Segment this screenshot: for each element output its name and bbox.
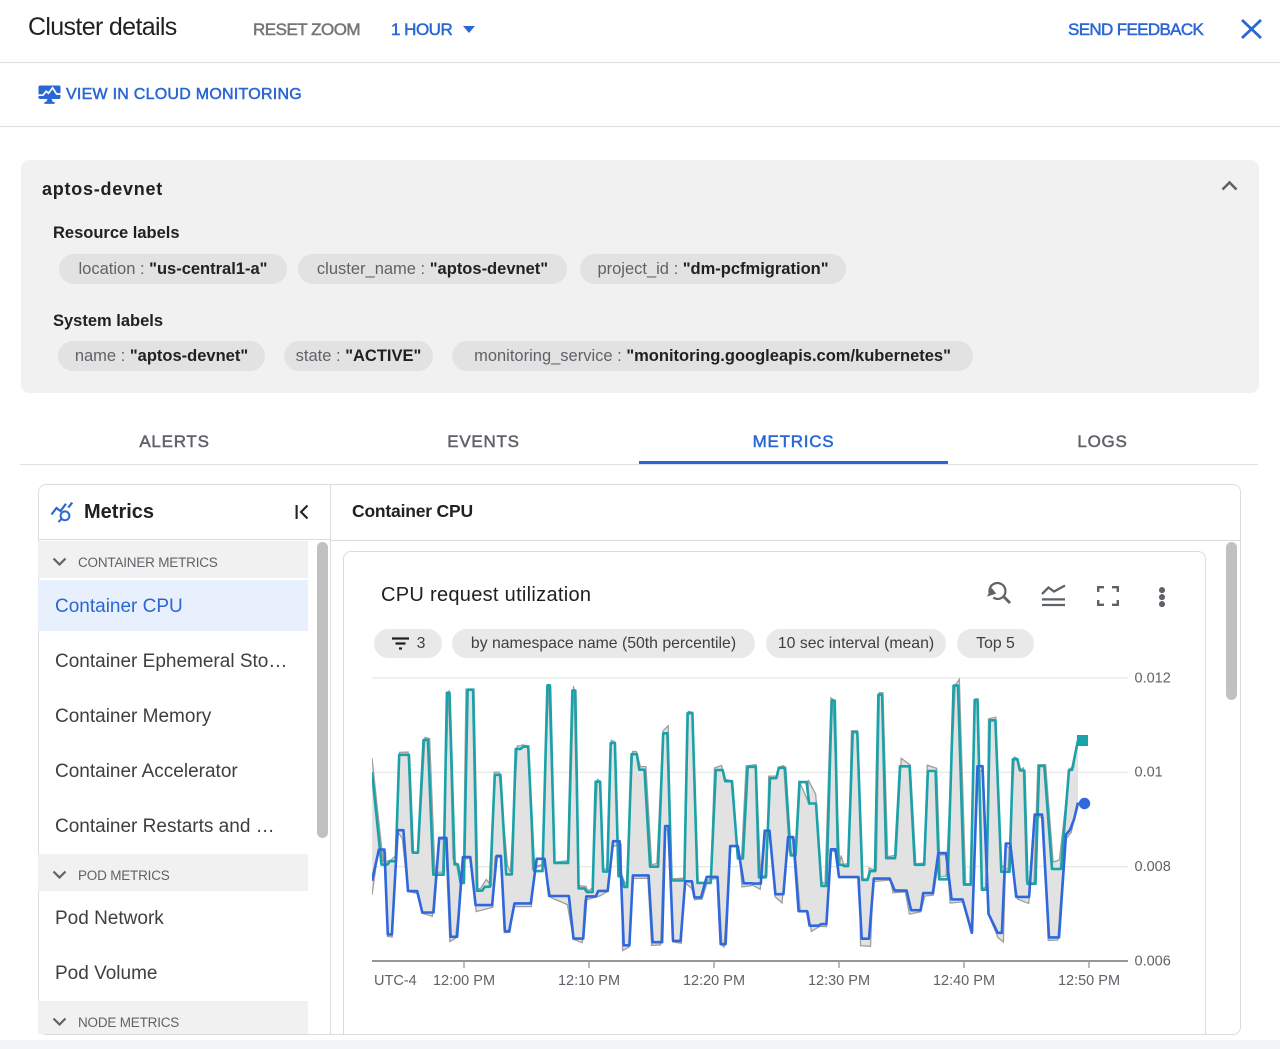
- svg-text:0.01: 0.01: [1135, 765, 1163, 781]
- svg-text:12:30 PM: 12:30 PM: [808, 973, 870, 989]
- svg-text:0.008: 0.008: [1135, 859, 1171, 875]
- svg-text:12:00 PM: 12:00 PM: [433, 973, 495, 989]
- svg-text:12:10 PM: 12:10 PM: [558, 973, 620, 989]
- svg-text:UTC-4: UTC-4: [374, 973, 417, 989]
- svg-text:12:50 PM: 12:50 PM: [1058, 973, 1120, 989]
- svg-text:12:20 PM: 12:20 PM: [683, 973, 745, 989]
- svg-text:0.012: 0.012: [1135, 670, 1171, 686]
- svg-text:12:40 PM: 12:40 PM: [933, 973, 995, 989]
- svg-text:0.006: 0.006: [1135, 953, 1171, 969]
